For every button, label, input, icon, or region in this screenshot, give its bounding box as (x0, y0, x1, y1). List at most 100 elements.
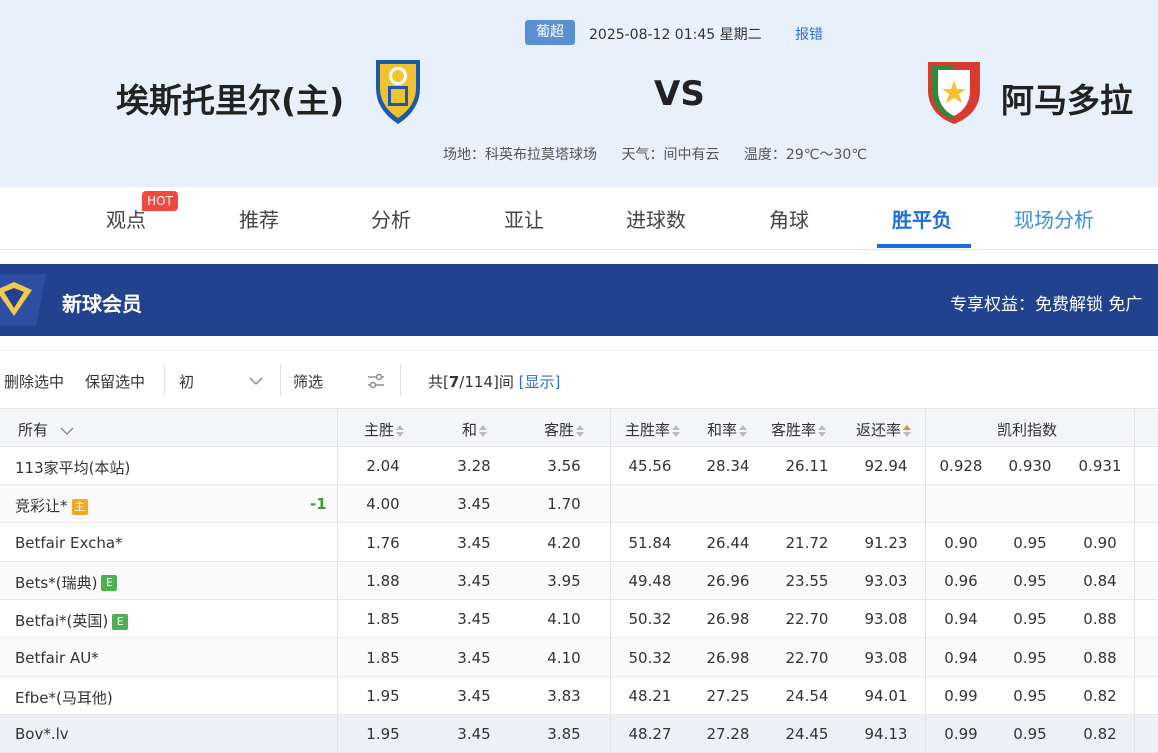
cell-home-rate: 49.48 (628, 571, 672, 590)
show-link[interactable]: [显示] (519, 373, 561, 391)
cell-draw: 3.45 (457, 648, 491, 667)
header-return-rate[interactable]: 返还率 (856, 419, 912, 440)
hot-badge: HOT (142, 191, 178, 211)
table-row[interactable]: Bov*.lv 1.95 3.45 3.85 48.27 27.28 24.45 94.13 0… (0, 715, 1158, 753)
company-filter-header[interactable]: 所有 (18, 419, 75, 440)
tab-corners[interactable]: 角球 (769, 204, 809, 233)
cell-away: 1.70 (547, 495, 581, 514)
cell-k1: 0.94 (944, 648, 978, 667)
column-divider (1134, 408, 1135, 753)
cell-draw-rate: 27.25 (706, 686, 750, 705)
match-header: 葡超 2025-08-12 01:45 星期二 报错 埃斯托里尔(主) VS 阿… (0, 0, 1158, 187)
cell-home: 1.88 (366, 571, 400, 590)
company-name[interactable]: Betfai*(英国) E (15, 610, 129, 631)
header-kelly: 凯利指数 (997, 421, 1058, 439)
header-home-win[interactable]: 主胜 (364, 419, 405, 440)
cell-k1: 0.96 (944, 571, 978, 590)
tab-win-draw-lose[interactable]: 胜平负 (892, 204, 952, 233)
company-name-text: Betfair AU* (15, 648, 99, 667)
table-row[interactable]: Betfai*(英国) E 1.85 3.45 4.10 50.32 26.98 22.70 9… (0, 600, 1158, 639)
header-draw[interactable]: 和 (462, 419, 488, 440)
company-name[interactable]: Bets*(瑞典) E (15, 572, 118, 593)
header-home-rate[interactable]: 主胜率 (625, 419, 681, 440)
header-away-win-label: 客胜 (544, 421, 575, 439)
tab-recommend[interactable]: 推荐 (239, 204, 279, 233)
filter-button[interactable]: 筛选 (293, 371, 323, 392)
cell-k2: 0.95 (1013, 533, 1047, 552)
sort-icon[interactable] (672, 424, 681, 437)
member-banner[interactable]: 新球会员 专享权益：免费解锁 免广 (0, 264, 1158, 336)
cell-k3: 0.88 (1083, 648, 1117, 667)
table-row[interactable]: Efbe*(马耳他) 1.95 3.45 3.83 48.21 27.25 24.54 94.… (0, 676, 1158, 715)
header-away-win[interactable]: 客胜 (544, 419, 585, 440)
header-home-rate-label: 主胜率 (625, 421, 671, 439)
cell-return-rate: 94.01 (864, 686, 908, 705)
sort-active-icon[interactable] (903, 424, 912, 437)
cell-draw: 3.45 (457, 686, 491, 705)
cell-k2: 0.95 (1013, 610, 1047, 629)
tab-asian-handicap[interactable]: 亚让 (504, 204, 544, 233)
cell-home: 2.04 (366, 457, 400, 475)
cell-home-rate: 50.32 (628, 648, 672, 667)
sort-icon[interactable] (576, 424, 585, 437)
company-name[interactable]: Betfair AU* (15, 649, 99, 667)
cell-k2: 0.930 (1008, 457, 1052, 475)
header-draw-rate[interactable]: 和率 (707, 419, 748, 440)
cell-home: 1.85 (366, 610, 400, 629)
count-prefix: 共[ (428, 373, 449, 391)
cell-away-rate: 24.54 (785, 686, 829, 705)
cell-k3: 0.82 (1083, 725, 1117, 744)
tab-opinions[interactable]: 观点 (106, 204, 146, 233)
temperature-text: 温度：29℃～30℃ (743, 147, 867, 163)
table-row[interactable]: Bets*(瑞典) E 1.88 3.45 3.95 49.48 26.96 23.55 93.… (0, 561, 1158, 600)
cell-return-rate: 91.23 (864, 533, 908, 552)
table-row[interactable]: 113家平均(本站) 2.04 3.28 3.56 45.56 28.34 26.11 92.… (0, 447, 1158, 485)
sort-icon[interactable] (739, 424, 748, 437)
cell-away-rate: 22.70 (785, 610, 829, 629)
weather-text: 天气：间中有云 (621, 147, 720, 163)
cell-away: 3.56 (547, 457, 581, 475)
sort-icon[interactable] (396, 424, 405, 437)
away-team-name[interactable]: 阿马多拉 (1001, 74, 1133, 122)
home-tag: 主 (71, 498, 88, 515)
cell-k3: 0.90 (1083, 533, 1117, 552)
company-name[interactable]: Bov*.lv (15, 725, 69, 743)
cell-k2: 0.95 (1013, 725, 1047, 744)
odds-type-select[interactable]: 初 (179, 371, 194, 392)
cell-away-rate: 22.70 (785, 648, 829, 667)
company-name[interactable]: 113家平均(本站) (15, 457, 130, 478)
cell-k3: 0.88 (1083, 610, 1117, 629)
company-name[interactable]: 竞彩让* 主 (15, 495, 88, 516)
tab-analysis[interactable]: 分析 (371, 204, 411, 233)
sort-icon[interactable] (479, 424, 488, 437)
cell-draw-rate: 26.98 (706, 648, 750, 667)
vs-label: VS (654, 74, 705, 114)
keep-selected-button[interactable]: 保留选中 (85, 371, 145, 392)
table-row[interactable]: 竞彩让* 主 -1 4.00 3.45 1.70 (0, 485, 1158, 524)
banner-perks: 专享权益：免费解锁 免广 (950, 295, 1143, 315)
home-team-name[interactable]: 埃斯托里尔(主) (116, 74, 344, 122)
tab-live-analysis[interactable]: 现场分析 (1014, 204, 1094, 233)
header-away-rate[interactable]: 客胜率 (771, 419, 827, 440)
exchange-tag: E (112, 613, 129, 630)
tab-goals[interactable]: 进球数 (626, 204, 686, 233)
company-name[interactable]: Betfair Excha* (15, 534, 123, 552)
column-divider (610, 408, 611, 753)
header-return-rate-label: 返还率 (856, 421, 902, 439)
cell-return-rate: 94.13 (864, 725, 908, 744)
filter-sliders-icon[interactable] (366, 371, 386, 391)
cell-k1: 0.928 (939, 457, 983, 475)
cell-draw-rate: 26.44 (706, 533, 750, 552)
report-error-link[interactable]: 报错 (795, 24, 823, 44)
chevron-down-icon[interactable] (59, 425, 75, 437)
chevron-down-icon[interactable] (248, 373, 264, 389)
diamond-icon (0, 274, 46, 326)
company-name[interactable]: Efbe*(马耳他) (15, 687, 113, 708)
cell-return-rate: 93.08 (864, 648, 908, 667)
delete-selected-button[interactable]: 删除选中 (4, 371, 64, 392)
league-badge[interactable]: 葡超 (525, 20, 575, 45)
banner-title: 新球会员 (62, 292, 142, 316)
sort-icon[interactable] (818, 424, 827, 437)
table-row[interactable]: Betfair Excha* 1.76 3.45 4.20 51.84 26.44 21.7… (0, 523, 1158, 562)
table-row[interactable]: Betfair AU* 1.85 3.45 4.10 50.32 26.98 22.70 93… (0, 638, 1158, 677)
